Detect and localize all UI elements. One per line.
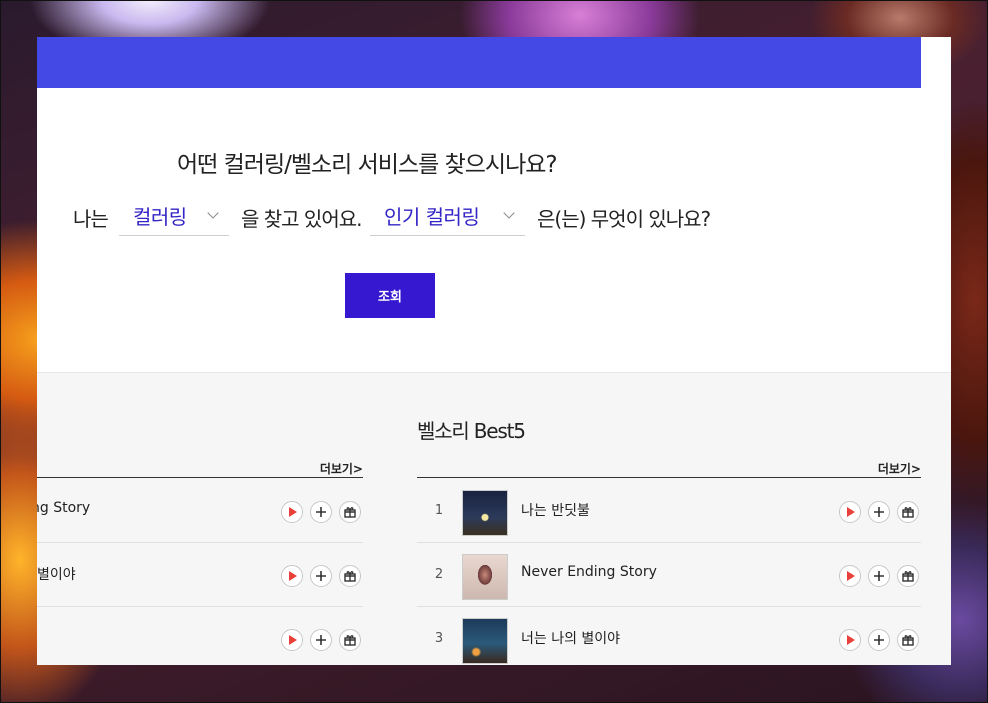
row-actions (274, 629, 361, 651)
list-item[interactable]: 3 너는 나의 별이야 (417, 607, 921, 665)
list-item[interactable]: 2 Never Ending Story (417, 543, 921, 607)
list-header: 더보기> (417, 459, 921, 478)
add-icon[interactable] (868, 565, 890, 587)
rank-number: 3 (434, 631, 444, 646)
add-icon[interactable] (868, 501, 890, 523)
song-title: 나는 반딧불 (521, 503, 590, 519)
gift-icon[interactable] (339, 629, 361, 651)
album-art[interactable] (462, 490, 508, 536)
add-icon[interactable] (310, 629, 332, 651)
type-select-value: 컬러링 (133, 205, 187, 229)
list-item[interactable] (37, 607, 363, 665)
play-icon[interactable] (839, 565, 861, 587)
rank-number: 1 (434, 503, 444, 518)
list-item[interactable]: 별이야 (37, 543, 363, 607)
search-button[interactable]: 조회 (345, 273, 435, 318)
play-icon[interactable] (281, 565, 303, 587)
song-title: Never Ending Story (521, 564, 657, 580)
play-icon[interactable] (281, 629, 303, 651)
list-header: 더보기> (37, 459, 363, 478)
play-icon[interactable] (281, 501, 303, 523)
top-banner (37, 37, 921, 88)
album-art[interactable] (462, 618, 508, 664)
more-link[interactable]: 더보기> (320, 460, 363, 477)
row-actions (832, 565, 919, 587)
list-item[interactable]: 1 나는 반딧불 (417, 479, 921, 543)
more-link[interactable]: 더보기> (878, 460, 921, 477)
gift-icon[interactable] (339, 501, 361, 523)
type-select[interactable]: 컬러링 (119, 199, 229, 236)
finder-prefix: 나는 (73, 207, 109, 231)
category-select[interactable]: 인기 컬러링 (370, 199, 525, 236)
gift-icon[interactable] (897, 501, 919, 523)
finder-sentence: 나는 컬러링 을 찾고 있어요. 인기 컬러링 은(는) 무엇이 있나요? (73, 199, 833, 237)
row-actions (832, 629, 919, 651)
play-icon[interactable] (839, 501, 861, 523)
add-icon[interactable] (868, 629, 890, 651)
finder-suffix: 은(는) 무엇이 있나요? (537, 207, 711, 231)
song-title: 너는 나의 별이야 (521, 631, 621, 647)
row-actions (274, 565, 361, 587)
row-actions (832, 501, 919, 523)
song-title: 별이야 (37, 567, 76, 583)
category-select-value: 인기 컬러링 (384, 205, 480, 229)
gift-icon[interactable] (897, 565, 919, 587)
add-icon[interactable] (310, 501, 332, 523)
play-icon[interactable] (839, 629, 861, 651)
chevron-down-icon (503, 207, 515, 219)
gift-icon[interactable] (339, 565, 361, 587)
finder-question: 어떤 컬러링/벨소리 서비스를 찾으시나요? (177, 152, 558, 178)
chevron-down-icon (207, 207, 219, 219)
song-title: ng Story (37, 500, 91, 516)
gift-icon[interactable] (897, 629, 919, 651)
main-card: 어떤 컬러링/벨소리 서비스를 찾으시나요? 나는 컬러링 을 찾고 있어요. … (37, 37, 951, 665)
bell-best-title: 벨소리 Best5 (417, 419, 526, 443)
add-icon[interactable] (310, 565, 332, 587)
finder-middle: 을 찾고 있어요. (241, 207, 362, 231)
album-art[interactable] (462, 554, 508, 600)
row-actions (274, 501, 361, 523)
list-item[interactable]: ng Story (37, 479, 363, 543)
rank-number: 2 (434, 567, 444, 582)
chart-section: 벨소리 Best5 더보기> ng Story 별이야 (37, 372, 951, 665)
